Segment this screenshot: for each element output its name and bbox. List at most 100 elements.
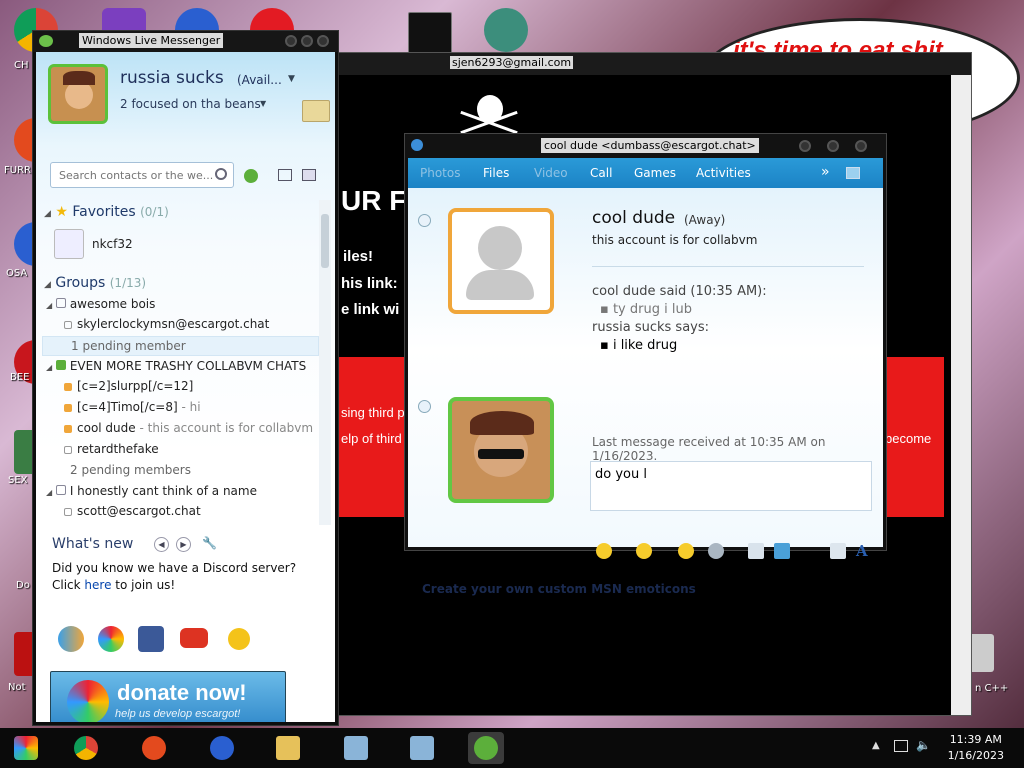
- favorite-contact[interactable]: nkcf32: [92, 237, 133, 251]
- tab-games[interactable]: Games: [634, 166, 676, 180]
- contact-list-scrollbar[interactable]: [319, 200, 331, 525]
- away-status-icon: [64, 382, 72, 391]
- bg-red-line-1: sing third p: [341, 405, 405, 420]
- clock-date: 1/16/2023: [947, 749, 1004, 762]
- more-tabs-button[interactable]: »: [821, 164, 830, 180]
- messenger-window: Windows Live Messenger russia sucks (Ava…: [32, 30, 339, 726]
- wrench-icon[interactable]: 🔧: [202, 536, 217, 550]
- contact-item[interactable]: scott@escargot.chat: [64, 504, 201, 518]
- contact-item[interactable]: [c=4]Timo[/c=8] - hi: [64, 400, 201, 414]
- taskbar-program-2[interactable]: [404, 732, 440, 764]
- voice-clip-icon[interactable]: [708, 543, 724, 559]
- wink-icon[interactable]: [636, 543, 652, 559]
- contact-avatar[interactable]: [448, 208, 554, 314]
- contact-item[interactable]: cool dude - this account is for collabvm: [64, 421, 313, 435]
- options-icon[interactable]: [302, 169, 316, 181]
- youtube-icon[interactable]: [180, 628, 208, 648]
- next-arrow-icon[interactable]: ▶: [176, 537, 191, 552]
- butterfly-icon[interactable]: [58, 626, 84, 652]
- tab-activities[interactable]: Activities: [696, 166, 751, 180]
- maximize-button[interactable]: [301, 35, 313, 47]
- taskbar-chrome[interactable]: [68, 732, 104, 764]
- chat-titlebar[interactable]: cool dude <dumbass@escargot.chat>: [405, 134, 886, 158]
- add-contact-icon[interactable]: [244, 169, 258, 183]
- chat-close-button[interactable]: [855, 140, 867, 152]
- groups-header[interactable]: ◢ Groups (1/13): [44, 275, 146, 291]
- emoticon-icon[interactable]: [596, 543, 612, 559]
- facebook-icon[interactable]: [138, 626, 164, 652]
- user-status[interactable]: (Avail...: [237, 73, 282, 87]
- group-header[interactable]: ◢ awesome bois: [46, 297, 155, 311]
- discord-link[interactable]: here: [84, 578, 111, 592]
- tab-call[interactable]: Call: [590, 166, 612, 180]
- handwriting-icon[interactable]: [830, 543, 846, 559]
- tab-files[interactable]: Files: [483, 166, 509, 180]
- cmd-desktop-icon[interactable]: [408, 12, 452, 56]
- pending-member-row[interactable]: 1 pending member: [42, 336, 319, 356]
- search-icon[interactable]: [215, 168, 227, 180]
- scrollbar-thumb[interactable]: [321, 214, 329, 268]
- group-header[interactable]: ◢ I honestly cant think of a name: [46, 484, 257, 498]
- collapse-self-button[interactable]: [418, 400, 431, 413]
- group-header[interactable]: ◢ EVEN MORE TRASHY COLLABVM CHATS: [46, 359, 306, 373]
- messenger-icon: [474, 736, 498, 760]
- minimize-button[interactable]: [285, 35, 297, 47]
- search-input[interactable]: [59, 164, 214, 186]
- inbox-icon[interactable]: [302, 100, 330, 122]
- favorites-header[interactable]: ◢ ★ Favorites (0/1): [44, 204, 169, 220]
- chrome-icon: [74, 736, 98, 760]
- bg-window-titlebar[interactable]: [339, 53, 971, 75]
- status-dropdown-icon[interactable]: ▼: [288, 74, 295, 84]
- user-avatar[interactable]: [48, 64, 108, 124]
- search-box[interactable]: [50, 162, 234, 188]
- user-name[interactable]: russia sucks: [120, 68, 224, 88]
- self-avatar[interactable]: [448, 397, 554, 503]
- chat-options-icon[interactable]: [846, 167, 860, 179]
- donate-subtitle: help us develop escargot!: [115, 708, 241, 720]
- group-icon: [55, 298, 66, 308]
- taskbar-app[interactable]: [204, 732, 240, 764]
- volume-icon[interactable]: 🔈: [916, 738, 931, 752]
- clock[interactable]: 11:39 AM 1/16/2023: [948, 732, 1004, 764]
- pending-members-row[interactable]: 2 pending members: [70, 463, 191, 477]
- personal-message[interactable]: 2 focused on tha beans: [120, 97, 261, 111]
- taskbar-program-1[interactable]: [338, 732, 374, 764]
- app-desktop-icon-3[interactable]: [484, 8, 528, 52]
- default-user-icon: [478, 226, 522, 270]
- pm-dropdown-icon[interactable]: ▼: [260, 99, 266, 108]
- away-status-icon: [64, 403, 72, 412]
- taskbar-explorer[interactable]: [270, 732, 306, 764]
- contact-item[interactable]: skylerclockymsn@escargot.chat: [64, 317, 269, 331]
- chat-title: cool dude <dumbass@escargot.chat>: [541, 138, 759, 153]
- bg-red-line-3: become: [885, 431, 932, 446]
- favorite-avatar[interactable]: [54, 229, 84, 259]
- tab-video[interactable]: Video: [534, 166, 568, 180]
- contact-item[interactable]: [c=2]slurpp[/c=12]: [64, 379, 193, 393]
- escargot-icon[interactable]: [98, 626, 124, 652]
- collapse-contact-button[interactable]: [418, 214, 431, 227]
- message-input[interactable]: do you l: [590, 461, 872, 511]
- donate-banner[interactable]: donate now! help us develop escargot!: [50, 671, 286, 722]
- font-icon[interactable]: A: [856, 542, 868, 560]
- messenger-titlebar[interactable]: Windows Live Messenger: [33, 31, 338, 52]
- weather-sun-icon[interactable]: [228, 628, 250, 650]
- start-button[interactable]: [8, 732, 44, 764]
- chat-maximize-button[interactable]: [827, 140, 839, 152]
- layout-icon[interactable]: [278, 169, 292, 181]
- prev-arrow-icon[interactable]: ◀: [154, 537, 169, 552]
- network-icon[interactable]: [894, 740, 908, 752]
- background-icon[interactable]: [774, 543, 790, 559]
- chat-minimize-button[interactable]: [799, 140, 811, 152]
- tray-expand-icon[interactable]: ▲: [872, 740, 880, 751]
- bg-window-scrollbar[interactable]: [951, 75, 971, 715]
- emoticons-link[interactable]: Create your own custom MSN emoticons: [422, 582, 696, 596]
- close-button[interactable]: [317, 35, 329, 47]
- contact-item[interactable]: retardthefake: [64, 442, 159, 456]
- offline-status-icon: [64, 320, 72, 329]
- folder-icon: [276, 736, 300, 760]
- taskbar-firefox[interactable]: [136, 732, 172, 764]
- tab-photos[interactable]: Photos: [420, 166, 460, 180]
- taskbar-messenger[interactable]: [468, 732, 504, 764]
- spellcheck-icon[interactable]: [748, 543, 764, 559]
- nudge-icon[interactable]: [678, 543, 694, 559]
